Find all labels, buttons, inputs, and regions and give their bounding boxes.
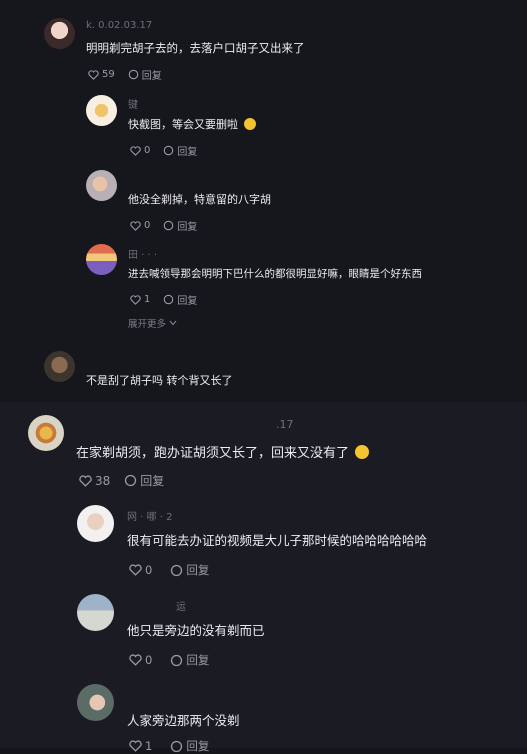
comment-text: 不是刮了胡子吗 转个背又长了 [86, 374, 233, 387]
reply-text: 进去喊领导那会明明下巴什么的都很明显好嘛，眼睛是个好东西 [128, 268, 422, 280]
laughing-emoji-icon [355, 445, 370, 459]
reply-label: 回复 [177, 296, 198, 307]
reply-text-content: 快截图，等会又要删啦 [128, 118, 238, 131]
reply-label: 回复 [177, 147, 198, 158]
like-count: 38 [95, 473, 111, 488]
reply-label: 回复 [140, 474, 165, 488]
reply-actions: 1 回复 [130, 292, 197, 307]
avatar[interactable] [77, 505, 114, 542]
comment-meta: k. 0.02.03.17 [86, 20, 153, 31]
expand-more-label: 展开更多 [128, 319, 167, 330]
reply-text: 他没全剃掉，特意留的八字胡 [128, 193, 271, 206]
heart-icon [129, 654, 142, 666]
reply-button[interactable]: 回复 [163, 218, 197, 233]
reply-label: 回复 [186, 653, 210, 667]
reply-button[interactable]: 回复 [163, 143, 197, 158]
reply-text: 很有可能去办证的视频是大儿子那时候的哈哈哈哈哈哈 [127, 533, 428, 548]
heart-icon [129, 740, 142, 752]
reply-button[interactable]: 回复 [170, 738, 209, 754]
like-count: 59 [102, 69, 115, 80]
comment-bubble-icon [125, 474, 137, 487]
like-button[interactable]: 0 [130, 145, 150, 156]
like-button[interactable]: 38 [79, 474, 110, 488]
like-button[interactable]: 0 [129, 653, 152, 667]
reply-text: 他只是旁边的没有剃而已 [127, 623, 265, 638]
reply-text: 人家旁边那两个没剃 [127, 713, 240, 728]
reply-actions: 0 回复 [130, 143, 197, 158]
like-count: 0 [144, 145, 151, 156]
reply-button[interactable]: 回复 [170, 652, 209, 668]
comment-bubble-icon [171, 740, 183, 752]
reply-button[interactable]: 回复 [124, 472, 164, 489]
comment-actions: 59 回复 [88, 67, 162, 82]
avatar[interactable] [77, 684, 114, 721]
reply-actions: 0 回复 [129, 562, 209, 578]
comment-bubble-icon [164, 294, 174, 305]
heart-icon [79, 474, 92, 487]
like-button[interactable]: 59 [88, 69, 115, 80]
heart-icon [129, 564, 142, 576]
reply-meta: 键 [128, 100, 138, 111]
avatar[interactable] [44, 18, 75, 49]
like-button[interactable]: 0 [129, 563, 152, 577]
like-count: 0 [144, 220, 151, 231]
comment-meta: .17 [276, 418, 294, 431]
reply-button[interactable]: 回复 [163, 292, 197, 307]
reply-label: 回复 [186, 739, 210, 753]
heart-icon [130, 145, 141, 156]
comment-bubble-icon [171, 564, 183, 576]
comment-text: 在家剃胡须，跑办证胡须又长了，回来又没有了 [76, 442, 370, 461]
chevron-down-icon [169, 320, 177, 326]
like-button[interactable]: 0 [130, 220, 150, 231]
avatar[interactable] [44, 351, 75, 382]
reply-actions: 0 回复 [129, 652, 209, 668]
comment-bubble-icon [164, 220, 174, 231]
reply-button[interactable]: 回复 [128, 67, 162, 82]
reply-meta: 运 [176, 602, 186, 613]
avatar[interactable] [77, 594, 114, 631]
reply-button[interactable]: 回复 [170, 562, 209, 578]
heart-icon [130, 220, 141, 231]
avatar[interactable] [86, 244, 117, 275]
like-count: 1 [144, 294, 151, 305]
reply-meta: 网 · 哪 · 2 [127, 512, 173, 523]
comment-bubble-icon [171, 654, 183, 666]
like-button[interactable]: 1 [130, 294, 150, 305]
reply-label: 回复 [177, 222, 198, 233]
comment-bubble-icon [164, 145, 174, 156]
reply-label: 回复 [186, 563, 210, 577]
reply-meta: 田 · · · [128, 250, 158, 261]
comment-text: 明明剃完胡子去的，去落户口胡子又出来了 [86, 41, 305, 55]
comment-actions: 38 回复 [79, 472, 164, 489]
reply-label: 回复 [141, 71, 162, 82]
like-button[interactable]: 1 [129, 739, 152, 753]
avatar[interactable] [28, 415, 64, 451]
reply-text: 快截图，等会又要删啦 [128, 116, 256, 132]
heart-icon [88, 69, 99, 80]
like-count: 0 [145, 563, 153, 577]
comment-text-content: 在家剃胡须，跑办证胡须又长了，回来又没有了 [76, 446, 350, 461]
avatar[interactable] [86, 95, 117, 126]
grinning-emoji-icon [243, 118, 256, 130]
like-count: 1 [145, 739, 153, 753]
comment-bubble-icon [128, 69, 139, 80]
reply-actions: 0 回复 [130, 218, 197, 233]
like-count: 0 [145, 653, 153, 667]
heart-icon [130, 294, 141, 305]
reply-actions: 1 回复 [129, 738, 209, 754]
expand-more-button[interactable]: 展开更多 [128, 316, 177, 330]
avatar[interactable] [86, 170, 117, 201]
